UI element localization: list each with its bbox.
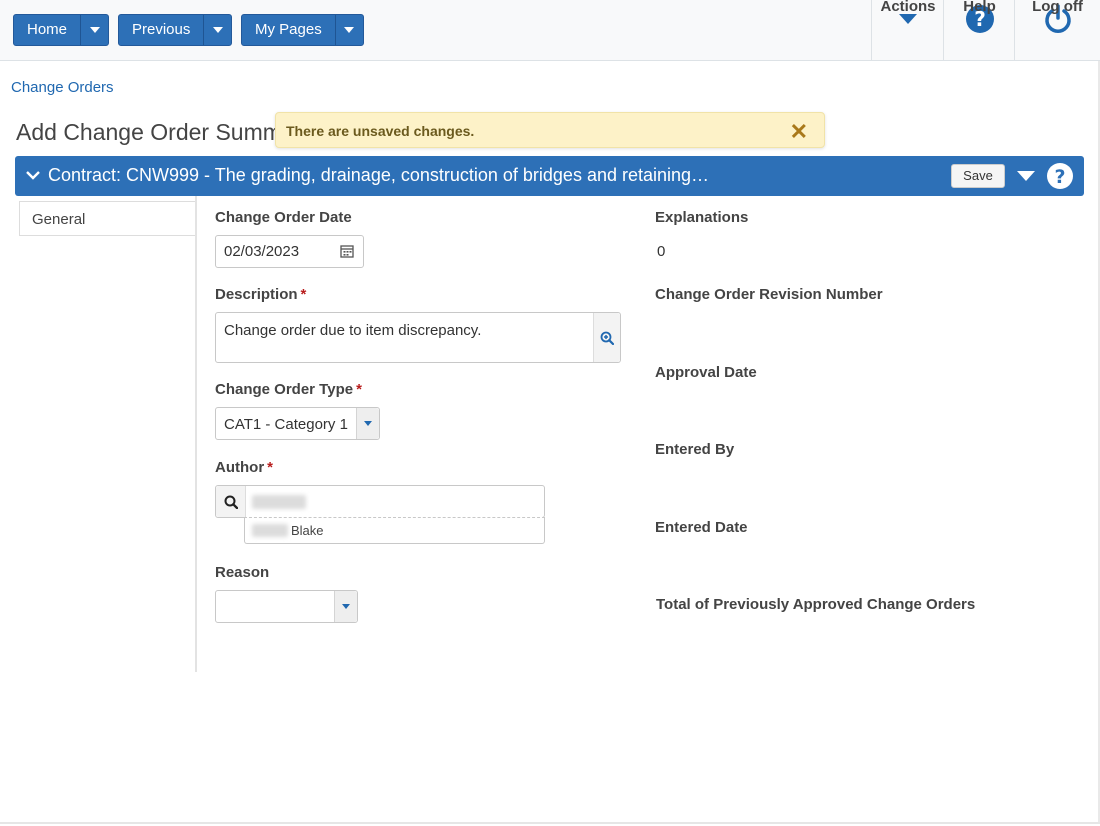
logoff-button[interactable]: Log off [1014, 0, 1100, 61]
caret-down-icon [212, 27, 223, 33]
contract-title: Contract: CNW999 - The grading, drainage… [48, 165, 710, 185]
home-dropdown-button[interactable] [81, 15, 108, 45]
author-search-text-redacted [252, 495, 306, 509]
author-suggestion-name: Blake [291, 523, 324, 538]
unsaved-changes-toast: There are unsaved changes. ✕ [275, 112, 825, 148]
description-textarea[interactable]: Change order due to item discrepancy. [215, 312, 621, 363]
author-label: Author * [215, 459, 273, 476]
change-order-date-value: 02/03/2023 [224, 243, 300, 260]
mypages-button[interactable]: My Pages [242, 15, 336, 45]
description-value: Change order due to item discrepancy. [224, 322, 482, 339]
caret-down-icon[interactable] [1017, 171, 1035, 181]
change-order-date-label: Change Order Date [215, 209, 352, 226]
sidebar-divider [195, 196, 197, 672]
caret-down-icon [89, 27, 100, 33]
mypages-dropdown-button[interactable] [336, 15, 363, 45]
previous-nav-group: Previous [118, 14, 233, 46]
author-first-name-redacted [252, 524, 288, 537]
change-order-date-field[interactable]: 02/03/2023 [215, 235, 364, 268]
chevron-down-icon[interactable] [25, 167, 41, 183]
author-label-text: Author [215, 459, 265, 476]
entered-by-label: Entered By [655, 441, 735, 458]
page-title: Add Change Order Summary [16, 119, 314, 145]
search-icon [224, 495, 238, 509]
logoff-label: Log off [1032, 0, 1083, 15]
explanations-label: Explanations [655, 209, 749, 226]
description-label-text: Description [215, 286, 298, 303]
required-asterisk: * [267, 459, 273, 476]
reason-select[interactable] [215, 590, 358, 623]
save-button[interactable]: Save [951, 164, 1005, 188]
change-order-type-value: CAT1 - Category 1 [224, 416, 348, 433]
help-button[interactable]: ? Help [943, 0, 1015, 61]
revision-number-label: Change Order Revision Number [655, 286, 883, 303]
mypages-nav-group: My Pages [241, 14, 364, 46]
change-order-type-label: Change Order Type * [215, 381, 362, 398]
search-button[interactable] [216, 486, 246, 517]
home-button[interactable]: Home [14, 15, 82, 45]
reason-label: Reason [215, 564, 270, 581]
change-order-type-label-text: Change Order Type [215, 381, 354, 398]
dropdown-button[interactable] [334, 591, 357, 622]
zoom-in-icon [600, 331, 614, 345]
home-nav-group: Home [13, 14, 110, 46]
previous-button[interactable]: Previous [119, 15, 205, 45]
contract-header-bar: Contract: CNW999 - The grading, drainage… [15, 156, 1084, 196]
entered-date-label: Entered Date [655, 519, 748, 536]
change-order-type-select[interactable]: CAT1 - Category 1 [215, 407, 380, 440]
author-suggestion-item[interactable]: Blake [244, 517, 545, 544]
close-icon[interactable]: ✕ [790, 119, 808, 145]
caret-down-icon [342, 604, 350, 609]
caret-down-icon [344, 27, 355, 33]
author-search-input[interactable] [215, 485, 545, 518]
expand-button[interactable] [593, 313, 620, 362]
dropdown-button[interactable] [356, 408, 379, 439]
required-asterisk: * [356, 381, 362, 398]
top-bar: Home Previous My Pages Actions ? Help Lo… [0, 0, 1100, 61]
page-bottom-border [0, 822, 1100, 824]
help-icon[interactable]: ? [1046, 162, 1074, 190]
breadcrumb-change-orders[interactable]: Change Orders [11, 79, 114, 96]
description-label: Description * [215, 286, 306, 303]
previous-dropdown-button[interactable] [204, 15, 231, 45]
actions-button[interactable]: Actions [871, 0, 944, 61]
actions-label: Actions [880, 0, 936, 15]
required-asterisk: * [300, 286, 307, 303]
caret-down-icon [364, 421, 372, 426]
tab-general[interactable]: General [19, 201, 196, 236]
toast-message: There are unsaved changes. [286, 123, 475, 139]
total-previous-label: Total of Previously Approved Change Orde… [656, 596, 976, 613]
help-label: Help [963, 0, 996, 15]
svg-text:?: ? [1054, 166, 1065, 188]
explanations-value: 0 [657, 243, 666, 260]
calendar-icon[interactable] [340, 244, 354, 258]
approval-date-label: Approval Date [655, 364, 757, 381]
